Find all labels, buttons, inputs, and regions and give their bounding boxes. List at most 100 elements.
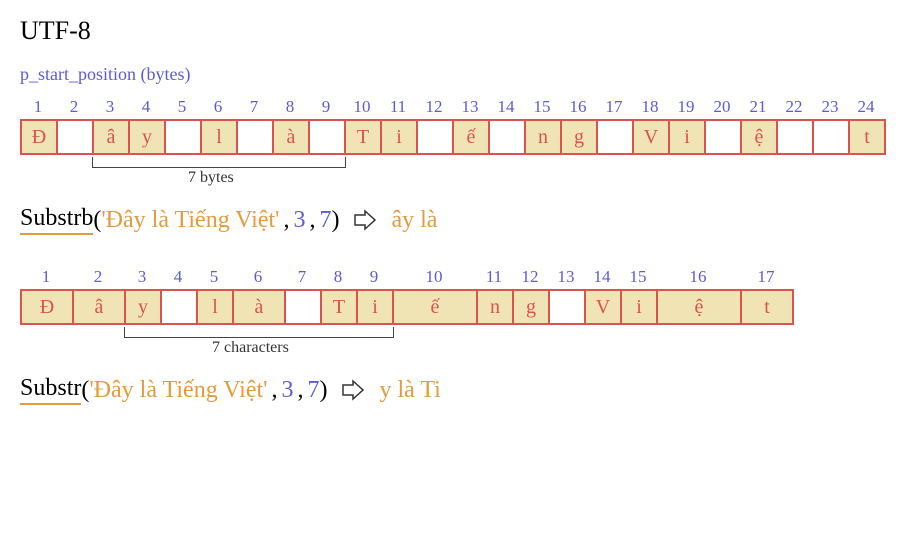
substr-fn-name: Substr bbox=[20, 375, 81, 405]
char-cell: T bbox=[322, 291, 358, 323]
byte-pos-number: 10 bbox=[344, 97, 380, 117]
byte-empty-cell bbox=[238, 121, 274, 153]
diagram-title: UTF-8 bbox=[20, 16, 887, 46]
char-pos-number: 7 bbox=[284, 267, 320, 287]
substrb-expression: Substrb('Đây là Tiếng Việt', 3, 7) ây là bbox=[20, 205, 887, 235]
byte-char-cell: â bbox=[94, 121, 130, 153]
char-cell: Đ bbox=[22, 291, 74, 323]
substrb-length-arg: 7 bbox=[319, 207, 331, 234]
byte-pos-number: 15 bbox=[524, 97, 560, 117]
byte-char-cell: V bbox=[634, 121, 670, 153]
byte-char-cell: l bbox=[202, 121, 238, 153]
byte-pos-number: 5 bbox=[164, 97, 200, 117]
char-pos-number: 13 bbox=[548, 267, 584, 287]
byte-char-cell: y bbox=[130, 121, 166, 153]
byte-empty-cell bbox=[706, 121, 742, 153]
char-cell: n bbox=[478, 291, 514, 323]
char-pos-number: 17 bbox=[740, 267, 792, 287]
byte-empty-cell bbox=[310, 121, 346, 153]
substr-result: y là Ti bbox=[379, 377, 440, 404]
char-cell: V bbox=[586, 291, 622, 323]
byte-pos-number: 7 bbox=[236, 97, 272, 117]
char-pos-number: 4 bbox=[160, 267, 196, 287]
char-cell: t bbox=[742, 291, 794, 323]
char-pos-number: 1 bbox=[20, 267, 72, 287]
byte-pos-number: 4 bbox=[128, 97, 164, 117]
byte-pos-number: 6 bbox=[200, 97, 236, 117]
byte-char-cell: Đ bbox=[22, 121, 58, 153]
char-strip: ĐâylàTiếngViệt bbox=[20, 289, 794, 325]
char-pos-number: 11 bbox=[476, 267, 512, 287]
space-cell bbox=[550, 291, 586, 323]
byte-empty-cell bbox=[166, 121, 202, 153]
comma: , bbox=[297, 377, 303, 404]
byte-pos-number: 22 bbox=[776, 97, 812, 117]
byte-pos-number: 8 bbox=[272, 97, 308, 117]
arrow-right-icon bbox=[341, 379, 365, 401]
substrb-fn-name: Substrb bbox=[20, 205, 93, 235]
byte-char-cell: t bbox=[850, 121, 886, 153]
byte-char-cell: ế bbox=[454, 121, 490, 153]
byte-pos-number: 16 bbox=[560, 97, 596, 117]
char-pos-number: 2 bbox=[72, 267, 124, 287]
char-cell: y bbox=[126, 291, 162, 323]
open-paren: ( bbox=[93, 207, 101, 234]
char-pos-number: 5 bbox=[196, 267, 232, 287]
byte-brace-label: 7 bytes bbox=[188, 169, 234, 187]
comma: , bbox=[271, 377, 277, 404]
char-pos-number: 14 bbox=[584, 267, 620, 287]
comma: , bbox=[309, 207, 315, 234]
substr-start-arg: 3 bbox=[281, 377, 293, 404]
byte-pos-number: 14 bbox=[488, 97, 524, 117]
byte-pos-number: 9 bbox=[308, 97, 344, 117]
char-pos-number: 12 bbox=[512, 267, 548, 287]
byte-ruler-caption: p_start_position (bytes) bbox=[20, 64, 887, 85]
char-pos-number: 9 bbox=[356, 267, 392, 287]
substrb-result: ây là bbox=[391, 207, 437, 234]
char-position-ruler: 1234567891011121314151617 bbox=[20, 261, 887, 287]
byte-pos-number: 21 bbox=[740, 97, 776, 117]
byte-empty-cell bbox=[490, 121, 526, 153]
byte-brace bbox=[92, 157, 346, 168]
space-cell bbox=[162, 291, 198, 323]
byte-pos-number: 23 bbox=[812, 97, 848, 117]
char-pos-number: 15 bbox=[620, 267, 656, 287]
char-cell: l bbox=[198, 291, 234, 323]
byte-char-cell: ệ bbox=[742, 121, 778, 153]
byte-pos-number: 20 bbox=[704, 97, 740, 117]
byte-pos-number: 3 bbox=[92, 97, 128, 117]
byte-char-cell: i bbox=[670, 121, 706, 153]
byte-pos-number: 2 bbox=[56, 97, 92, 117]
open-paren: ( bbox=[81, 377, 89, 404]
byte-char-cell: T bbox=[346, 121, 382, 153]
substrb-start-arg: 3 bbox=[293, 207, 305, 234]
substr-length-arg: 7 bbox=[307, 377, 319, 404]
substr-expression: Substr('Đây là Tiếng Việt', 3, 7) y là T… bbox=[20, 375, 887, 405]
byte-pos-number: 12 bbox=[416, 97, 452, 117]
byte-empty-cell bbox=[598, 121, 634, 153]
char-pos-number: 16 bbox=[656, 267, 740, 287]
byte-char-cell: à bbox=[274, 121, 310, 153]
byte-empty-cell bbox=[58, 121, 94, 153]
char-cell: â bbox=[74, 291, 126, 323]
char-cell: à bbox=[234, 291, 286, 323]
close-paren: ) bbox=[319, 377, 327, 404]
arrow-right-icon bbox=[353, 209, 377, 231]
close-paren: ) bbox=[331, 207, 339, 234]
byte-empty-cell bbox=[778, 121, 814, 153]
byte-char-cell: n bbox=[526, 121, 562, 153]
byte-pos-number: 24 bbox=[848, 97, 884, 117]
char-cell: i bbox=[358, 291, 394, 323]
char-cell: i bbox=[622, 291, 658, 323]
substrb-string-arg: 'Đây là Tiếng Việt' bbox=[101, 207, 279, 234]
char-pos-number: 3 bbox=[124, 267, 160, 287]
char-brace bbox=[124, 327, 394, 338]
space-cell bbox=[286, 291, 322, 323]
char-cell: ế bbox=[394, 291, 478, 323]
char-cell: g bbox=[514, 291, 550, 323]
char-cell: ệ bbox=[658, 291, 742, 323]
byte-empty-cell bbox=[418, 121, 454, 153]
byte-pos-number: 18 bbox=[632, 97, 668, 117]
substr-string-arg: 'Đây là Tiếng Việt' bbox=[89, 377, 267, 404]
byte-pos-number: 17 bbox=[596, 97, 632, 117]
